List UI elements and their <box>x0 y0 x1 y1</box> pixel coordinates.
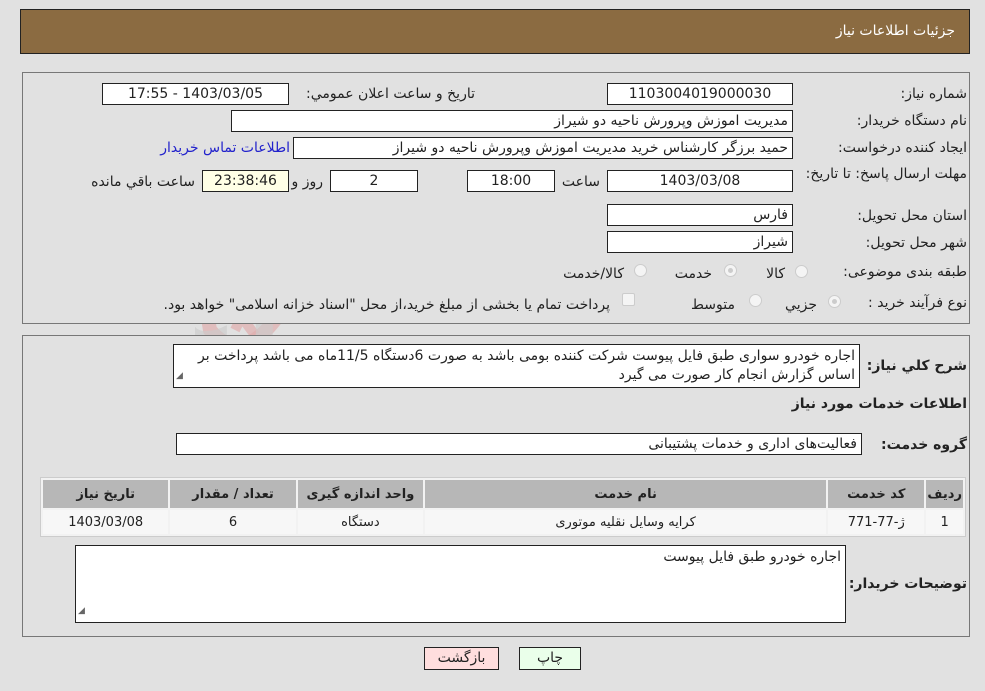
deadline-time-label: ساعت <box>561 174 600 190</box>
col-header-service-name: نام خدمت <box>425 480 827 508</box>
purchase-option-minor: جزيي <box>785 297 817 313</box>
buyer-org-label: نام دستگاه خریدار: <box>856 113 967 129</box>
service-group-label: گروه خدمت: <box>881 437 967 453</box>
category-option-service: خدمت <box>674 266 712 282</box>
province-field: فارس <box>607 204 793 226</box>
purchase-type-label: نوع فرآیند خرید : <box>868 295 967 311</box>
services-table: ردیف کد خدمت نام خدمت واحد اندازه گیری ت… <box>40 477 966 537</box>
table-row: 1 ژ-77-771 کرایه وسایل نقلیه موتوری دستگ… <box>43 510 963 534</box>
requester-field: حمید برزگر کارشناس خرید مدیریت اموزش وپر… <box>293 137 793 159</box>
need-number-label: شماره نیاز: <box>900 86 968 102</box>
col-header-quantity: تعداد / مقدار <box>170 480 296 508</box>
deadline-label: مهلت ارسال پاسخ: تا تاریخ: <box>805 166 967 182</box>
treasury-note: پرداخت تمام یا بخشی از مبلغ خرید،از محل … <box>163 297 610 313</box>
page-header: جزئیات اطلاعات نیاز <box>20 9 970 54</box>
col-header-need-date: تاریخ نیاز <box>43 480 169 508</box>
deadline-time-field: 18:00 <box>467 170 555 192</box>
back-button[interactable]: بازگشت <box>424 647 499 670</box>
col-header-row-number: ردیف <box>926 480 963 508</box>
resize-handle-icon[interactable]: ◢ <box>78 602 85 621</box>
purchase-radio-medium[interactable] <box>749 294 762 307</box>
category-option-goods-service: کالا/خدمت <box>563 266 624 282</box>
cell-unit: دستگاه <box>297 510 424 534</box>
summary-text: اجاره خودرو سواری طبق فایل پیوست شرکت کن… <box>198 348 855 383</box>
summary-label: شرح كلي نياز: <box>866 358 967 374</box>
print-button[interactable]: چاپ <box>519 647 581 670</box>
purchase-radio-minor[interactable] <box>828 295 841 308</box>
cell-quantity: 6 <box>170 510 296 534</box>
purchase-option-medium: متوسط <box>691 297 735 313</box>
announce-datetime-label: تاریخ و ساعت اعلان عمومي: <box>306 86 475 102</box>
category-radio-service[interactable] <box>724 264 737 277</box>
col-header-unit: واحد اندازه گیری <box>297 480 424 508</box>
cell-need-date: 1403/03/08 <box>43 510 169 534</box>
resize-handle-icon[interactable]: ◢ <box>176 367 183 386</box>
page-title: جزئیات اطلاعات نیاز <box>835 23 955 39</box>
table-header-row: ردیف کد خدمت نام خدمت واحد اندازه گیری ت… <box>43 480 963 508</box>
need-number-field: 1103004019000030 <box>607 83 793 105</box>
time-remaining-field: 23:38:46 <box>202 170 289 192</box>
treasury-checkbox[interactable] <box>622 293 635 306</box>
city-field: شیراز <box>607 231 793 253</box>
buyer-org-field: مدیریت اموزش وپرورش ناحیه دو شیراز <box>231 110 793 132</box>
time-remaining-label: ساعت باقي مانده <box>91 174 195 190</box>
cell-service-code: ژ-77-771 <box>828 510 925 534</box>
category-radio-goods-service[interactable] <box>634 264 647 277</box>
city-label: شهر محل تحویل: <box>865 235 967 251</box>
cell-service-name: کرایه وسایل نقلیه موتوری <box>425 510 827 534</box>
deadline-date-field: 1403/03/08 <box>607 170 793 192</box>
service-group-field: فعالیت‌های اداری و خدمات پشتیبانی <box>176 433 862 455</box>
summary-textarea[interactable]: اجاره خودرو سواری طبق فایل پیوست شرکت کن… <box>173 344 860 388</box>
services-heading: اطلاعات خدمات مورد نیاز <box>791 396 967 412</box>
buyer-notes-textarea[interactable]: اجاره خودرو طبق فایل پیوست ◢ <box>75 545 846 623</box>
category-label: طبقه بندی موضوعی: <box>843 264 967 280</box>
days-label: روز و <box>291 174 324 190</box>
province-label: استان محل تحویل: <box>857 208 967 224</box>
announce-datetime-field: 1403/03/05 - 17:55 <box>102 83 289 105</box>
cell-row-number: 1 <box>926 510 963 534</box>
days-remaining-field: 2 <box>330 170 418 192</box>
col-header-service-code: کد خدمت <box>828 480 925 508</box>
buyer-contact-link[interactable]: اطلاعات تماس خریدار <box>160 140 290 156</box>
buyer-notes-label: توضیحات خریدار: <box>848 576 967 592</box>
category-radio-goods[interactable] <box>795 265 808 278</box>
requester-label: ایجاد کننده درخواست: <box>838 140 967 156</box>
buyer-notes-text: اجاره خودرو طبق فایل پیوست <box>663 549 841 565</box>
category-option-goods: کالا <box>766 266 785 282</box>
